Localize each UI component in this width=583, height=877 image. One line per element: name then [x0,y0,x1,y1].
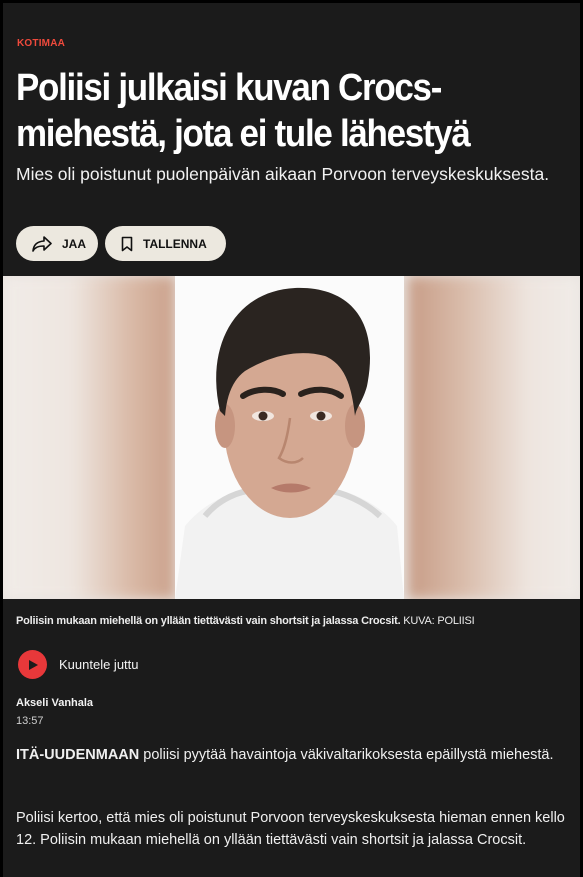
share-arrow-icon [32,235,52,252]
photo-caption: Poliisin mukaan miehellä on yllään tiett… [16,615,475,627]
section-label[interactable]: KOTIMAA [17,38,65,49]
headline: Poliisi julkaisi kuvan Crocs- miehestä, … [16,65,568,157]
share-button[interactable]: JAA [16,226,98,261]
photo-credit: KUVA: POLIISI [403,615,475,627]
caption-text: Poliisin mukaan miehellä on yllään tiett… [16,615,401,627]
play-icon[interactable] [18,650,47,679]
share-label: JAA [62,236,87,251]
suspect-portrait [175,276,404,599]
photo-blur-left [3,276,175,599]
paragraph-1-text: poliisi pyytää havaintoja väkivaltarikok… [139,747,554,763]
publish-time: 13:57 [16,715,44,727]
bookmark-icon [121,236,133,252]
headline-line-1: Poliisi julkaisi kuvan Crocs- [16,67,442,109]
listen-audio-button[interactable]: Kuuntele juttu [18,650,139,679]
article-photo[interactable] [3,276,580,599]
body-paragraph-2: Poliisi kertoo, että mies oli poistunut … [16,810,565,848]
headline-line-2: miehestä, jota ei tule lähestyä [16,113,471,155]
save-label: TALLENNA [143,236,207,251]
lead-text: Mies oli poistunut puolenpäivän aikaan P… [16,164,550,184]
article-page: KOTIMAA Poliisi julkaisi kuvan Crocs- mi… [3,3,580,877]
paragraph-lead-caps: ITÄ-UUDENMAAN [16,747,140,763]
listen-label: Kuuntele juttu [59,657,139,672]
body-paragraph-1: ITÄ-UUDENMAAN poliisi pyytää havaintoja … [16,744,566,766]
save-button[interactable]: TALLENNA [105,226,226,261]
author-name[interactable]: Akseli Vanhala [16,697,93,709]
photo-blur-right [408,276,580,599]
